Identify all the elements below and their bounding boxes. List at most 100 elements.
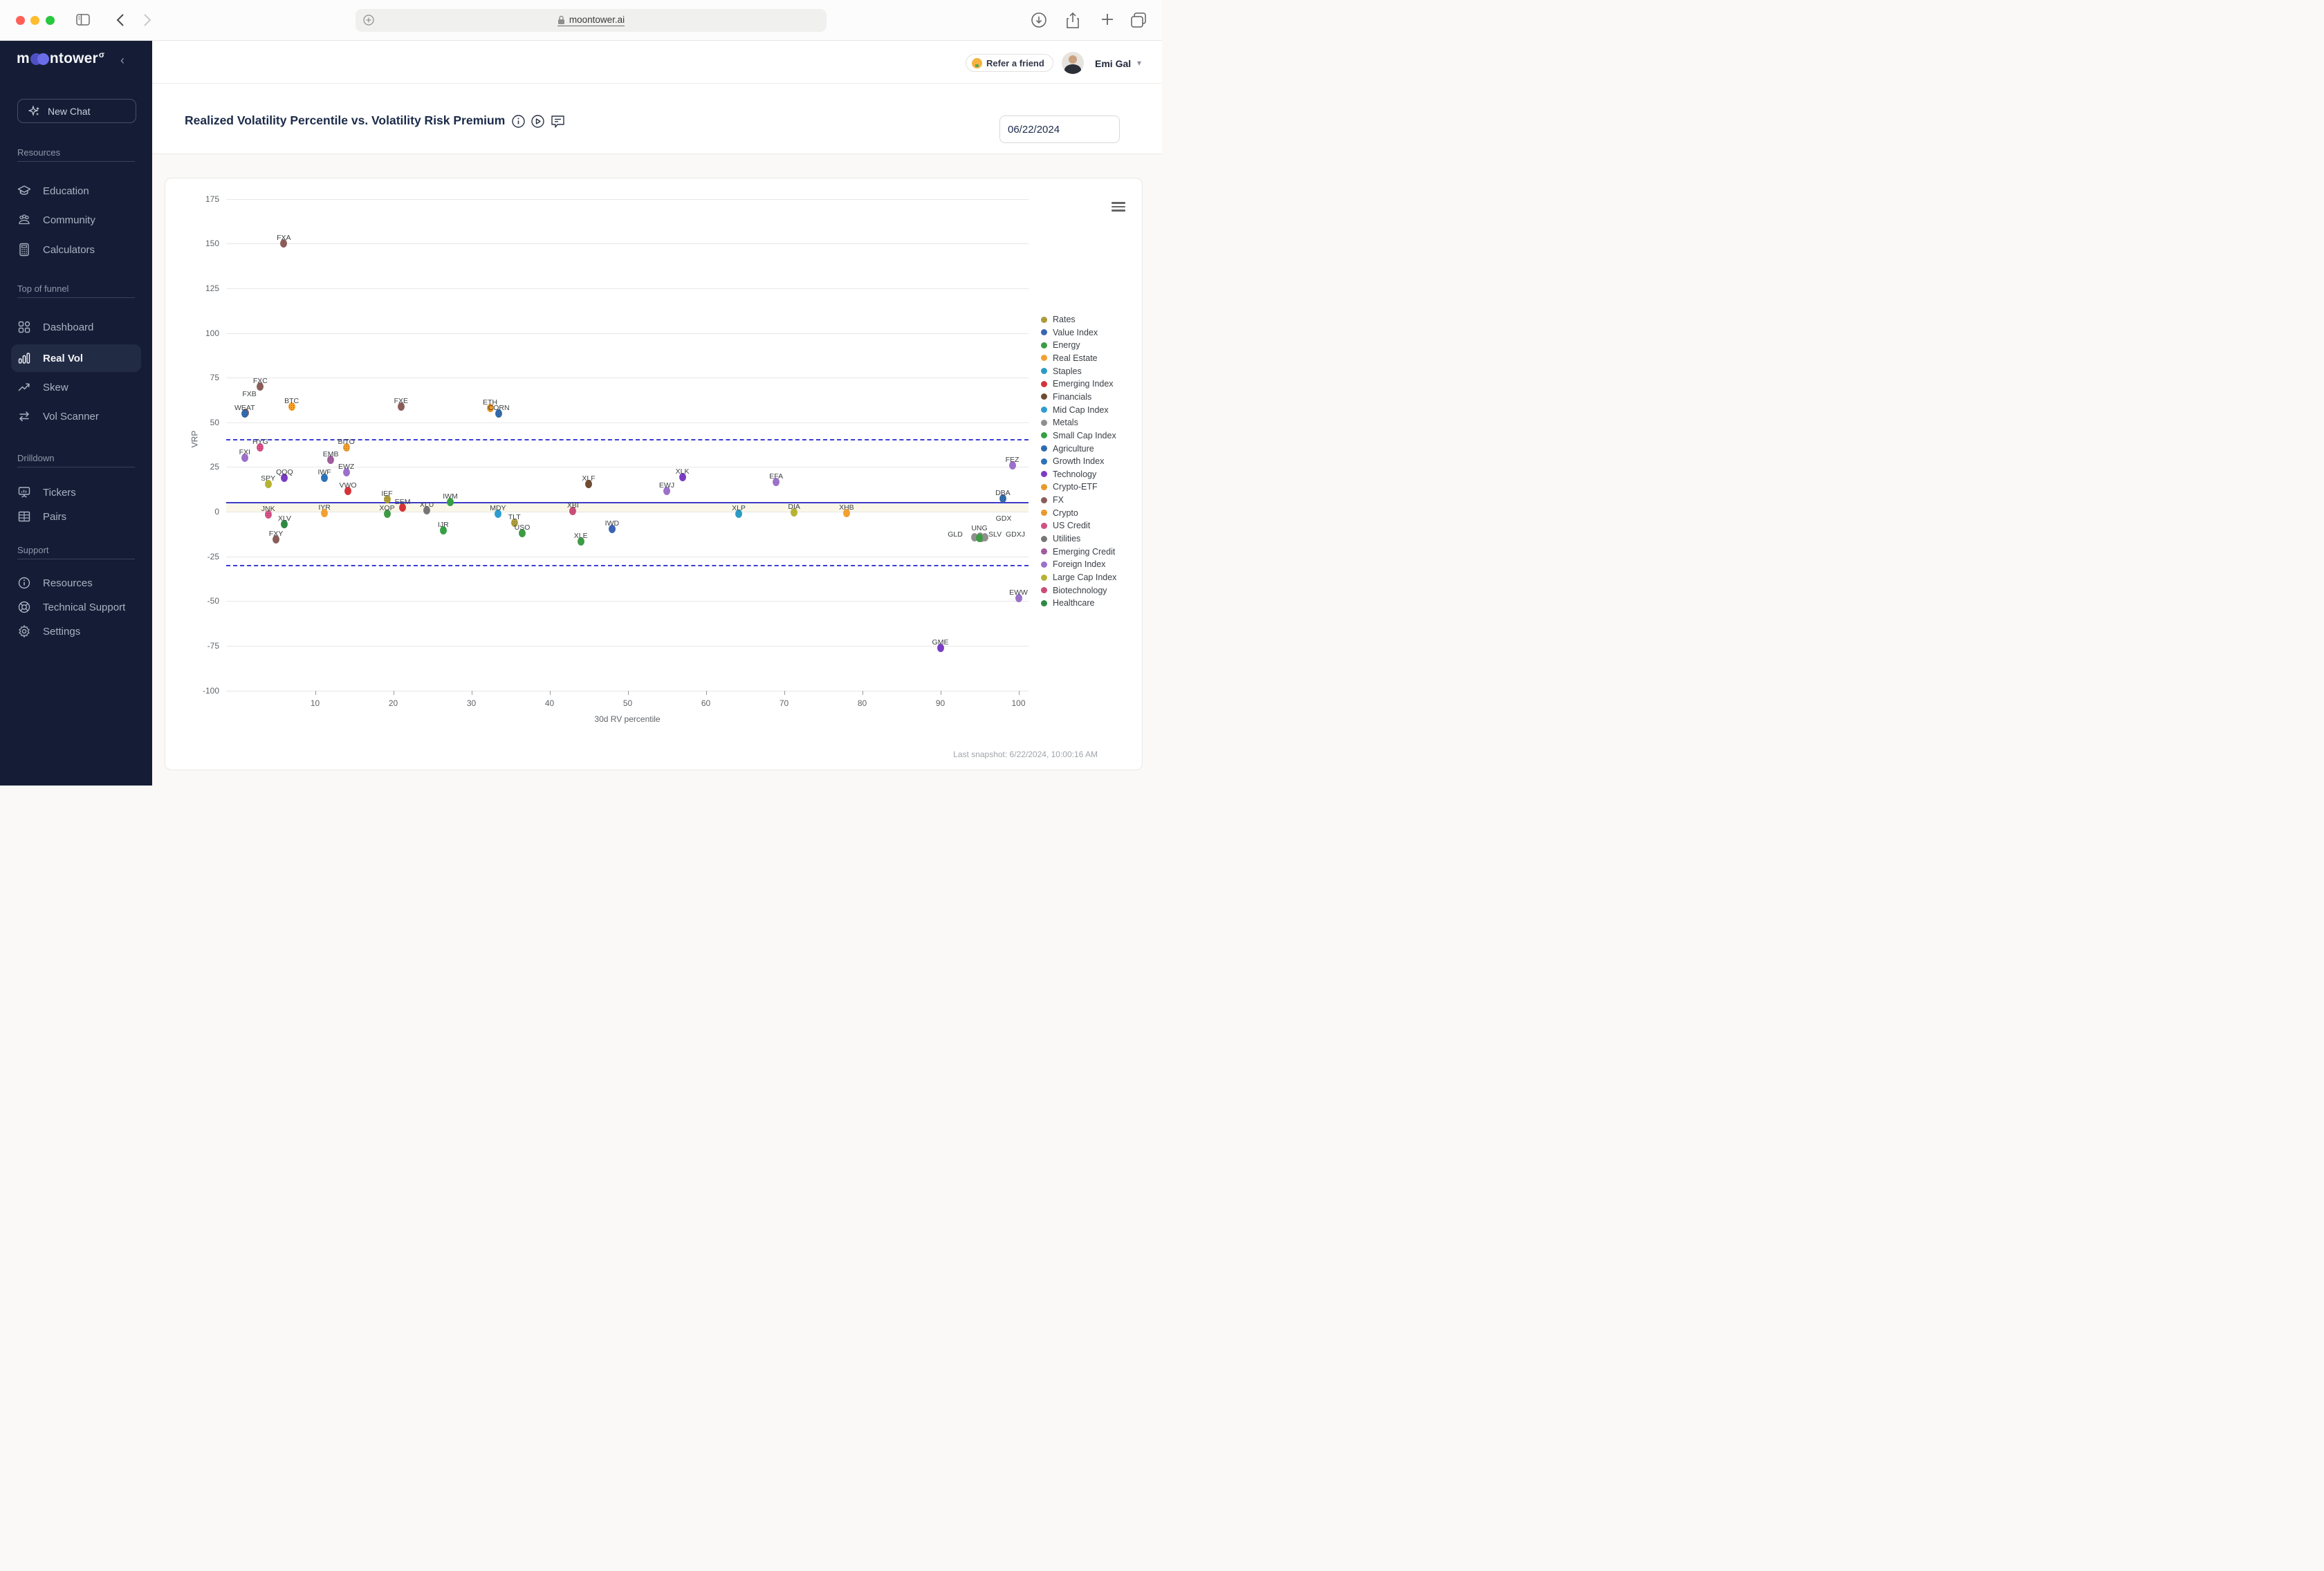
x-axis-title: 30d RV percentile — [594, 714, 661, 724]
legend-item-metals[interactable]: Metals — [1041, 418, 1078, 427]
sidebar-item-calculators[interactable]: Calculators — [11, 236, 141, 263]
close-window-button[interactable] — [16, 16, 25, 25]
point-label-BTC: BTC — [284, 396, 299, 405]
sidebar-item-label: Skew — [43, 381, 68, 393]
legend-label: Foreign Index — [1053, 559, 1106, 570]
legend-dot — [1041, 522, 1047, 529]
legend-label: Healthcare — [1053, 598, 1095, 608]
sidebar-section-top-of-funnel: Top of funnel — [17, 283, 69, 294]
legend-item-real-estate[interactable]: Real Estate — [1041, 353, 1098, 363]
info-icon[interactable] — [512, 115, 525, 128]
sidebar-item-real-vol[interactable]: Real Vol — [11, 344, 141, 372]
solid-reference-line — [226, 501, 1029, 504]
sidebar-item-skew[interactable]: Skew — [11, 373, 141, 401]
x-tick-label: 20 — [388, 698, 398, 708]
reader-plus-icon[interactable] — [363, 15, 374, 26]
legend-item-emerging-index[interactable]: Emerging Index — [1041, 379, 1114, 389]
date-input[interactable]: 06/22/2024 — [999, 115, 1120, 143]
sidebar-item-community[interactable]: Community — [11, 206, 141, 234]
point-label-GDX: GDX — [995, 514, 1012, 523]
legend-item-small-cap-index[interactable]: Small Cap Index — [1041, 431, 1116, 440]
downloads-icon[interactable] — [1031, 12, 1047, 28]
point-label-XLV: XLV — [277, 514, 291, 523]
legend-dot — [1041, 355, 1047, 362]
legend-label: Real Estate — [1053, 353, 1098, 363]
sidebar-item-label: Settings — [43, 625, 81, 638]
legend-item-technology[interactable]: Technology — [1041, 470, 1096, 479]
sidebar-item-technical-support[interactable]: Technical Support — [11, 593, 141, 621]
sidebar-item-settings[interactable]: Settings — [11, 617, 141, 645]
share-icon[interactable] — [1065, 12, 1080, 30]
address-bar[interactable]: moontower.ai — [356, 9, 827, 32]
legend-label: Growth Index — [1053, 456, 1105, 467]
legend-item-large-cap-index[interactable]: Large Cap Index — [1041, 573, 1116, 582]
y-tick-label: 0 — [214, 507, 219, 517]
moontower-logo[interactable]: m ntower σ — [17, 50, 104, 67]
x-tick — [315, 690, 316, 695]
legend-item-growth-index[interactable]: Growth Index — [1041, 456, 1104, 466]
vol-scanner-icon — [17, 409, 31, 423]
sidebar-item-resources[interactable]: Resources — [11, 569, 141, 597]
legend-item-mid-cap-index[interactable]: Mid Cap Index — [1041, 405, 1109, 415]
legend-item-staples[interactable]: Staples — [1041, 366, 1082, 376]
new-chat-button[interactable]: New Chat — [17, 99, 136, 123]
page-title-row: Realized Volatility Percentile vs. Volat… — [152, 84, 1162, 154]
new-tab-icon[interactable] — [1100, 12, 1115, 27]
legend-item-agriculture[interactable]: Agriculture — [1041, 444, 1094, 454]
gridline — [226, 601, 1029, 602]
legend-dot — [1041, 407, 1047, 413]
legend-label: Small Cap Index — [1053, 430, 1116, 440]
legend-item-utilities[interactable]: Utilities — [1041, 534, 1080, 543]
data-point-UNG[interactable] — [976, 533, 983, 542]
feedback-comment-icon[interactable] — [551, 115, 565, 129]
legend-label: Emerging Credit — [1053, 546, 1116, 557]
sidebar-item-pairs[interactable]: Pairs — [11, 503, 141, 530]
legend-item-us-credit[interactable]: US Credit — [1041, 521, 1090, 530]
point-label-SLV: SLV — [988, 530, 1002, 539]
legend-item-value-index[interactable]: Value Index — [1041, 328, 1098, 337]
legend-dot — [1041, 510, 1047, 517]
legend-item-healthcare[interactable]: Healthcare — [1041, 598, 1094, 608]
legend-item-fx[interactable]: FX — [1041, 495, 1064, 505]
highlight-band — [226, 502, 1029, 512]
legend-item-emerging-credit[interactable]: Emerging Credit — [1041, 547, 1115, 557]
chart-menu-icon[interactable] — [1112, 202, 1125, 214]
legend-dot — [1041, 483, 1047, 490]
legend-item-crypto-etf[interactable]: Crypto-ETF — [1041, 482, 1098, 492]
sidebar-item-vol-scanner[interactable]: Vol Scanner — [11, 402, 141, 430]
play-video-icon[interactable] — [531, 115, 544, 128]
legend-item-rates[interactable]: Rates — [1041, 315, 1076, 324]
forward-icon[interactable] — [143, 13, 151, 27]
sidebar-item-label: Community — [43, 214, 95, 226]
legend-item-financials[interactable]: Financials — [1041, 392, 1091, 402]
point-label-SPY: SPY — [261, 474, 276, 483]
legend-item-biotechnology[interactable]: Biotechnology — [1041, 586, 1107, 595]
refer-a-friend-button[interactable]: Refer a friend — [966, 54, 1053, 72]
legend-item-crypto[interactable]: Crypto — [1041, 508, 1078, 518]
point-label-JNK: JNK — [261, 504, 275, 513]
sidebar-item-education[interactable]: Education — [11, 177, 141, 205]
sidebar-section-drilldown: Drilldown — [17, 453, 55, 463]
minimize-window-button[interactable] — [30, 16, 39, 25]
legend-label: Value Index — [1053, 327, 1098, 337]
zoom-window-button[interactable] — [46, 16, 55, 25]
sidebar-collapse-icon[interactable]: ‹ — [120, 53, 124, 68]
legend-label: Emerging Index — [1053, 379, 1114, 389]
sidebar-toggle-icon[interactable] — [76, 14, 90, 26]
point-label-GME: GME — [932, 638, 949, 647]
legend-dot — [1041, 368, 1047, 375]
y-tick-label: -25 — [207, 551, 219, 561]
point-label-IEF: IEF — [381, 490, 393, 499]
legend-item-foreign-index[interactable]: Foreign Index — [1041, 559, 1105, 569]
legend-item-energy[interactable]: Energy — [1041, 340, 1080, 350]
user-menu-chevron-down-icon[interactable]: ▾ — [1137, 58, 1141, 68]
user-avatar[interactable] — [1062, 52, 1084, 74]
sidebar-item-dashboard[interactable]: Dashboard — [11, 313, 141, 341]
tab-overview-icon[interactable] — [1130, 12, 1148, 28]
back-icon[interactable] — [116, 13, 124, 27]
y-tick-label: -50 — [207, 596, 219, 606]
sidebar-item-tickers[interactable]: Tickers — [11, 478, 141, 506]
point-label-EFA: EFA — [769, 472, 784, 481]
x-tick-label: 10 — [310, 698, 320, 708]
x-tick-label: 30 — [466, 698, 477, 708]
